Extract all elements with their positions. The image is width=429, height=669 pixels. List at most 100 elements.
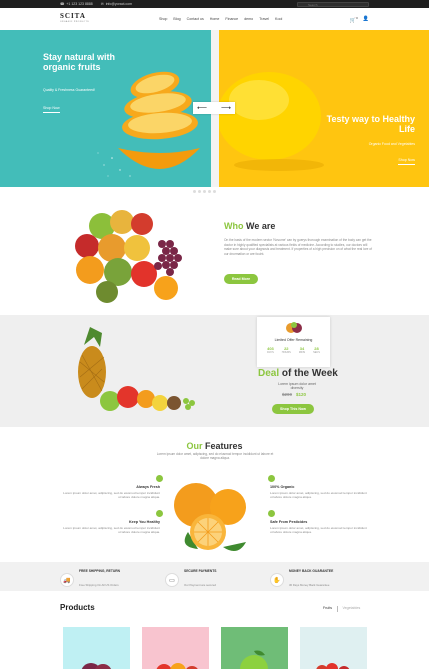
feature-pesticides: Safe From Pesticides Lorem ipsum dolor a… [268,510,370,535]
timer-secs: 28 SECS [313,346,320,354]
hero-left-subtitle: Quality & Freshness Guaranteed! [43,88,95,92]
nav-item-travel[interactable]: Travel [259,17,269,21]
product-card[interactable] [63,627,130,669]
deal-subtitle: Lorem ipsum dolor amet diversity [278,382,316,390]
shipping-text: 30 Days Money Back Guarantee [289,583,330,587]
nav-item-home[interactable]: Home [210,17,220,21]
products-tabs: Fruits Vegetables [323,606,360,612]
shipping-text: Free Shipping On All US Orders [79,583,119,587]
hero-left-slide: Stay natural with organic fruits Quality… [0,30,211,187]
search-input[interactable]: Search [297,1,369,7]
hero-right-slide: Testy way to Healthy Life Organic Food a… [219,30,429,187]
hero-slider: Stay natural with organic fruits Quality… [0,30,429,187]
product-image [156,663,198,669]
shipping-strip: 🚚 FREE SHIPPING, RETURN Free Shipping On … [0,562,429,591]
read-more-button[interactable]: Read More [224,274,258,284]
feature-title: Safe From Pesticides [270,520,308,524]
timer-days: 403 DAYS [267,346,274,354]
product-card[interactable] [300,627,367,669]
who-title-accent: Who [224,221,244,231]
feature-text: Lorem ipsum dolor amet, adipiscing, sed … [63,491,160,500]
logo[interactable]: SCITA ORGANIC PRODUCTS [60,13,89,25]
truck-icon: 🚚 [60,573,74,587]
countdown-timer: 403 DAYS 22 HOURS 34 MINS 28 SECS [257,346,330,354]
feature-organic: 100% Organic Lorem ipsum dolor amet, adi… [268,475,370,500]
tab-vegetables[interactable]: Vegetables [342,606,360,612]
features-section: Our Features Lorem ipsum dolor amet, adi… [0,427,429,562]
hero-right-title: Testy way to Healthy Life [326,114,415,134]
hero-right-shop-button[interactable]: Shop Now [398,158,415,165]
card-icon: ▭ [165,573,179,587]
cart-count: 0 [356,16,358,20]
product-image [81,663,112,669]
feature-always-fresh: Always Fresh Lorem ipsum dolor amet, adi… [60,475,163,500]
nav-icons: 🛒0 👤 [350,16,369,24]
phone-text: +1 123 123 8888 [66,2,93,6]
timer-mins: 34 MINS [299,346,305,354]
countdown-label: Limited Offer Remaining [274,338,313,342]
phone-icon: ☎ [60,2,65,6]
feature-text: Lorem ipsum dolor amet, adipiscing, sed … [270,526,367,535]
slider-arrows: ⟵ ⟶ [193,102,235,114]
email-text[interactable]: info@yoract.com [106,2,132,6]
tab-separator [336,606,338,612]
organic-icon [268,475,275,482]
countdown-card: Limited Offer Remaining 403 DAYS 22 HOURS … [257,317,330,367]
timer-hours-unit: HOURS [281,351,291,354]
nav-item-shop[interactable]: Shop [159,17,167,21]
feature-title: Keep You Healthy [128,520,160,524]
mail-icon: ✉ [100,2,104,6]
shipping-title: SECURE PAYMENTS [184,569,217,573]
product-card[interactable] [142,627,209,669]
timer-days-unit: DAYS [267,351,274,354]
who-we-are-title: Who We are [224,221,275,231]
deal-title-rest: of the Week [281,368,338,379]
deal-fruits-image [78,327,195,411]
features-title-rest: Features [205,441,243,451]
nav-item-finance[interactable]: Finance [225,17,238,21]
timer-hours: 22 HOURS [282,346,291,354]
nav-item-demo[interactable]: demo [244,17,253,21]
features-title: Our Features [0,441,429,451]
product-image [240,650,268,669]
hero-left-shop-button[interactable]: Shop Now [43,106,60,113]
nav-item-kool[interactable]: Kool [275,17,282,21]
arrow-right-icon[interactable]: ⟶ [221,104,231,112]
user-icon[interactable]: 👤 [363,16,369,24]
new-price: $120 [296,392,307,397]
timer-mins-unit: MINS [298,351,306,354]
free-shipping-item: 🚚 FREE SHIPPING, RETURN Free Shipping On … [60,569,120,591]
shipping-title: FREE SHIPPING, RETURN [79,569,121,573]
hand-money-icon: ✋ [270,573,284,587]
product-card[interactable] [221,627,288,669]
email-info: ✉ info@yoract.com [101,2,132,6]
who-title-rest: We are [246,221,276,231]
old-price: $200 [282,392,293,397]
products-title: Products [60,603,95,612]
fruit-pile-image [75,210,182,303]
cart-icon[interactable]: 🛒0 [350,16,358,24]
shop-this-now-button[interactable]: Shop This Now [272,404,314,414]
menu: Shop Blog Contact us Home Finance demo T… [159,17,282,21]
hero-right-subtitle: Organic Food and Vegetables [368,142,415,146]
product-image [316,663,350,669]
features-title-accent: Our [186,441,203,451]
feature-title: Always Fresh [136,485,160,489]
leaf-icon [156,475,163,482]
money-back-item: ✋ MONEY BACK GUARANTEE 30 Days Money Back… [270,569,333,591]
arrow-left-icon[interactable]: ⟵ [197,104,207,112]
top-bar: ☎ +1 123 123 8888 ✉ info@yoract.com Search [0,0,429,8]
feature-title: 100% Organic [270,485,295,489]
deal-title-accent: Deal [258,368,280,379]
who-we-are-section: Who We are On the basis of the modern se… [0,190,429,315]
nav-item-contact[interactable]: Contact us [187,17,204,21]
secure-payments-item: ▭ SECURE PAYMENTS Our Payment are secured [165,569,216,591]
who-we-are-text: On the basis of the modern sector 'Novum… [224,238,372,256]
nav-item-blog[interactable]: Blog [173,17,180,21]
features-subtitle: Lorem ipsum dolor amet, adipiscing, sed … [156,452,274,461]
shipping-text: Our Payment are secured [184,583,217,587]
phone-info: ☎ +1 123 123 8888 [60,2,93,6]
deal-title: Deal of the Week [258,368,338,379]
main-nav: SCITA ORGANIC PRODUCTS Shop Blog Contact … [0,8,429,30]
tab-fruits[interactable]: Fruits [323,606,332,612]
